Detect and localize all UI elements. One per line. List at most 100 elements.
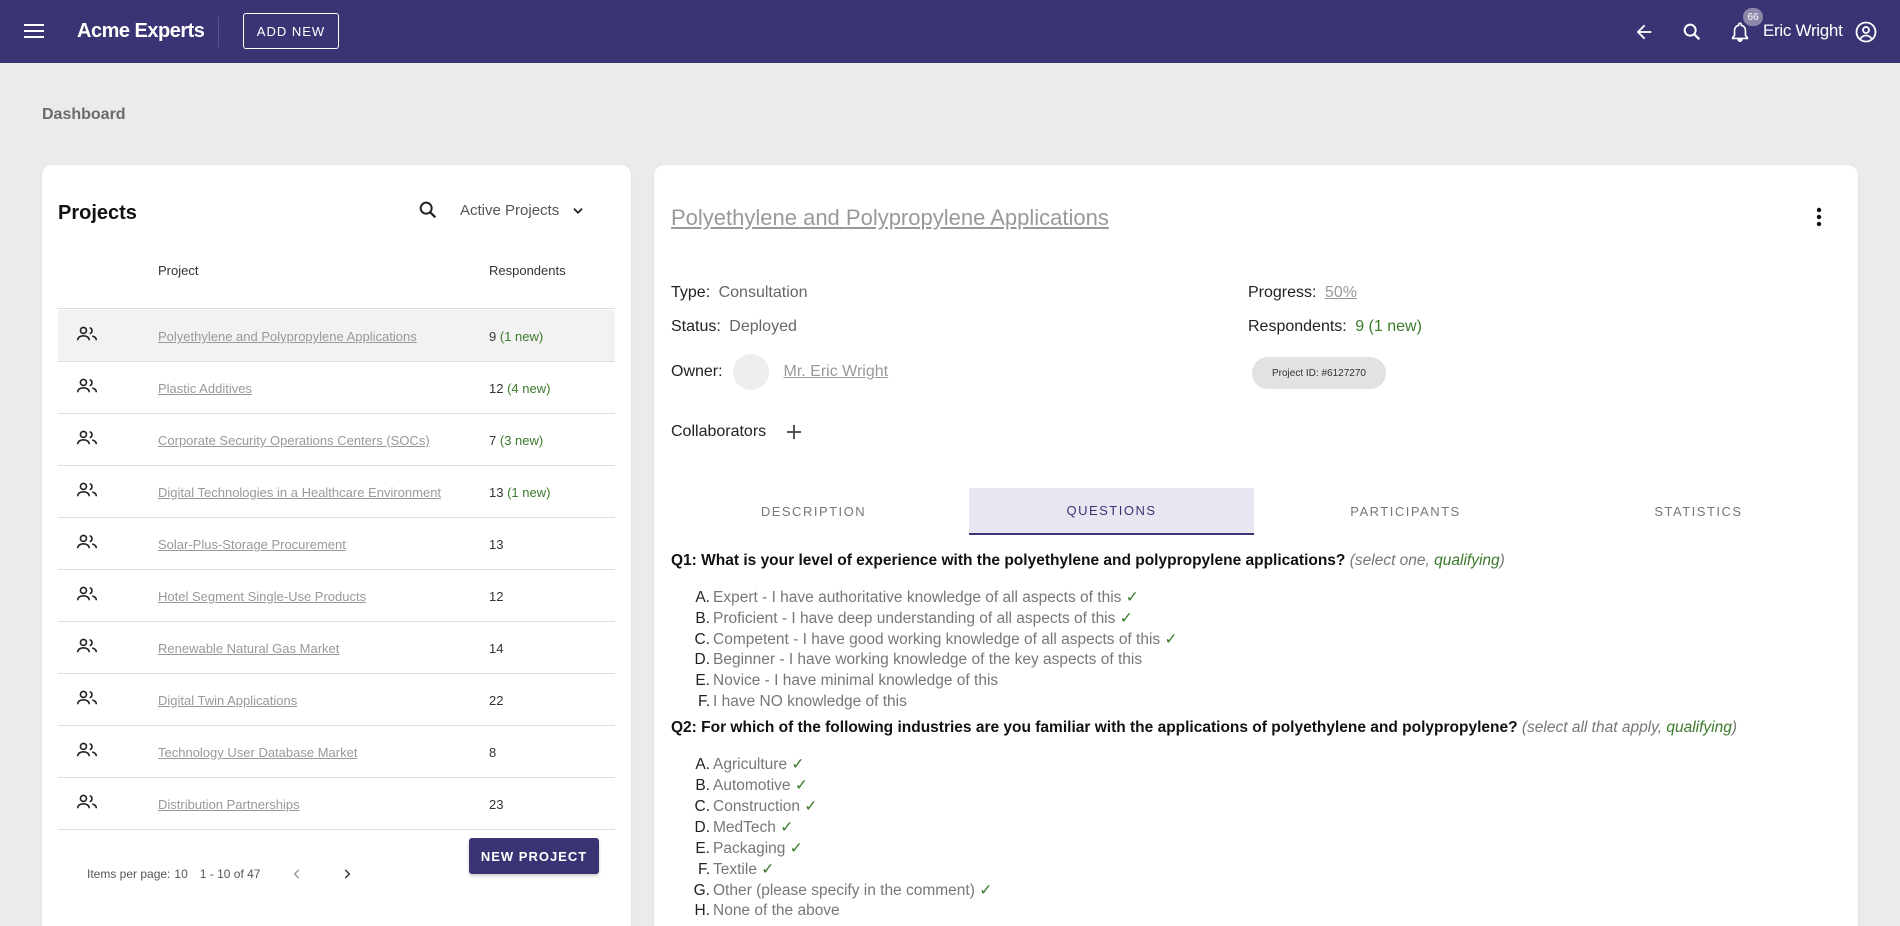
progress-field: Progress: 50% <box>1248 284 1357 302</box>
new-project-button[interactable]: NEW PROJECT <box>469 838 599 874</box>
project-link[interactable]: Renewable Natural Gas Market <box>158 641 339 656</box>
respondent-count: 12 (4 new) <box>489 381 550 396</box>
previous-page-icon[interactable] <box>290 867 304 881</box>
more-vert-icon[interactable] <box>1816 207 1822 232</box>
check-icon: ✓ <box>1119 610 1133 627</box>
next-page-icon[interactable] <box>340 867 354 881</box>
option-text: Packaging <box>713 840 786 857</box>
project-link[interactable]: Hotel Segment Single-Use Products <box>158 589 366 604</box>
account-circle-icon[interactable] <box>1853 19 1879 45</box>
project-link[interactable]: Digital Technologies in a Healthcare Env… <box>158 485 441 500</box>
project-link[interactable]: Technology User Database Market <box>158 745 357 760</box>
project-detail-card: Polyethylene and Polypropylene Applicati… <box>654 165 1858 926</box>
respondent-count: 22 <box>489 693 503 708</box>
owner-avatar <box>733 354 770 390</box>
answer-option: B. Automotive ✓ <box>690 776 992 797</box>
paginator: Items per page: 10 1 - 10 of 47 <box>87 867 354 881</box>
project-link[interactable]: Corporate Security Operations Centers (S… <box>158 433 430 448</box>
project-link[interactable]: Digital Twin Applications <box>158 693 297 708</box>
collaborators-row: Collaborators <box>671 423 802 441</box>
respondent-count: 23 <box>489 797 503 812</box>
respondent-total: 12 <box>489 589 504 604</box>
add-collaborator-icon[interactable] <box>786 424 802 440</box>
check-icon: ✓ <box>789 840 803 857</box>
people-icon <box>76 430 98 449</box>
check-icon: ✓ <box>791 756 805 773</box>
progress-label: Progress: <box>1248 284 1317 301</box>
answer-option: D. MedTech ✓ <box>690 818 992 839</box>
question-2-hint: (select all that apply, qualifying) <box>1522 719 1737 736</box>
type-field: Type: Consultation <box>671 284 808 302</box>
option-text: I have NO knowledge of this <box>713 693 907 710</box>
project-link[interactable]: Solar-Plus-Storage Procurement <box>158 537 346 552</box>
tab-participants[interactable]: PARTICIPANTS <box>1263 488 1548 535</box>
people-icon <box>76 690 98 709</box>
check-icon: ✓ <box>1125 589 1139 606</box>
respondent-count: 13 (1 new) <box>489 485 550 500</box>
table-row[interactable]: Digital Twin Applications 22 <box>58 674 615 726</box>
people-icon <box>76 378 98 397</box>
table-row[interactable]: Hotel Segment Single-Use Products 12 <box>58 570 615 622</box>
respondent-total: 23 <box>489 797 504 812</box>
items-per-page-label: Items per page: <box>87 867 171 881</box>
project-title-link[interactable]: Polyethylene and Polypropylene Applicati… <box>671 205 1109 231</box>
option-text: Beginner - I have working knowledge of t… <box>713 651 1143 668</box>
table-row[interactable]: Plastic Additives 12 (4 new) <box>58 362 615 414</box>
hint-text: ) <box>1731 719 1738 736</box>
notification-count-badge: 66 <box>1743 8 1763 26</box>
answer-option: F. Textile ✓ <box>690 860 992 881</box>
option-letter: A. <box>695 589 710 606</box>
table-row[interactable]: Digital Technologies in a Healthcare Env… <box>58 466 615 518</box>
respondent-new: (4 new) <box>507 381 551 396</box>
people-icon <box>76 742 98 761</box>
tab-description[interactable]: DESCRIPTION <box>671 488 956 535</box>
table-row[interactable]: Renewable Natural Gas Market 14 <box>58 622 615 674</box>
people-icon <box>76 482 98 501</box>
status-value: Deployed <box>729 318 797 335</box>
progress-link[interactable]: 50% <box>1325 284 1357 301</box>
project-filter-select[interactable]: Active Projects <box>460 202 585 219</box>
table-row[interactable]: Corporate Security Operations Centers (S… <box>58 414 615 466</box>
project-link[interactable]: Distribution Partnerships <box>158 797 300 812</box>
question-1-text: Q1: What is your level of experience wit… <box>671 552 1346 569</box>
menu-icon[interactable] <box>22 20 46 42</box>
table-row[interactable]: Distribution Partnerships 23 <box>58 778 615 830</box>
option-text: Automotive <box>713 777 791 794</box>
status-label: Status: <box>671 318 721 335</box>
option-letter: F. <box>697 693 710 710</box>
respondent-new: (1 new) <box>507 485 551 500</box>
option-letter: D. <box>694 651 711 668</box>
chevron-down-icon <box>573 207 583 214</box>
respondent-count: 8 <box>489 745 496 760</box>
project-link[interactable]: Plastic Additives <box>158 381 252 396</box>
project-link[interactable]: Polyethylene and Polypropylene Applicati… <box>158 329 417 344</box>
add-new-button[interactable]: ADD NEW <box>243 13 339 49</box>
back-arrow-icon[interactable] <box>1631 19 1657 45</box>
owner-field: Owner: Mr. Eric Wright <box>671 354 888 390</box>
answer-option: F. I have NO knowledge of this <box>690 693 1177 714</box>
check-icon: ✓ <box>794 777 808 794</box>
question-2-text: Q2: For which of the following industrie… <box>671 719 1518 736</box>
question-1-options: A. Expert - I have authoritative knowledg… <box>690 588 1178 714</box>
column-header-respondents: Respondents <box>489 263 566 278</box>
tab-questions[interactable]: QUESTIONS <box>969 488 1254 535</box>
option-text: MedTech <box>713 819 776 836</box>
tab-statistics[interactable]: STATISTICS <box>1556 488 1841 535</box>
table-row[interactable]: Solar-Plus-Storage Procurement 13 <box>58 518 615 570</box>
table-row[interactable]: Technology User Database Market 8 <box>58 726 615 778</box>
table-row[interactable]: Polyethylene and Polypropylene Applicati… <box>58 310 615 362</box>
qualifying-text: qualifying <box>1434 552 1500 569</box>
answer-option: A. Expert - I have authoritative knowledg… <box>690 588 1177 609</box>
option-text: Other (please specify in the comment) <box>713 882 975 899</box>
option-letter: C. <box>694 631 711 648</box>
page-range: 1 - 10 of 47 <box>199 867 261 881</box>
project-search-icon[interactable] <box>417 199 439 226</box>
owner-link[interactable]: Mr. Eric Wright <box>783 363 888 380</box>
type-label: Type: <box>671 284 711 301</box>
question-2-title: Q2: For which of the following industrie… <box>671 719 1737 737</box>
search-icon[interactable] <box>1679 19 1705 45</box>
items-per-page-select[interactable]: 10 <box>174 867 187 881</box>
user-name[interactable]: Eric Wright <box>1763 21 1843 41</box>
respondent-total: 9 <box>489 329 497 344</box>
check-icon: ✓ <box>979 882 993 899</box>
